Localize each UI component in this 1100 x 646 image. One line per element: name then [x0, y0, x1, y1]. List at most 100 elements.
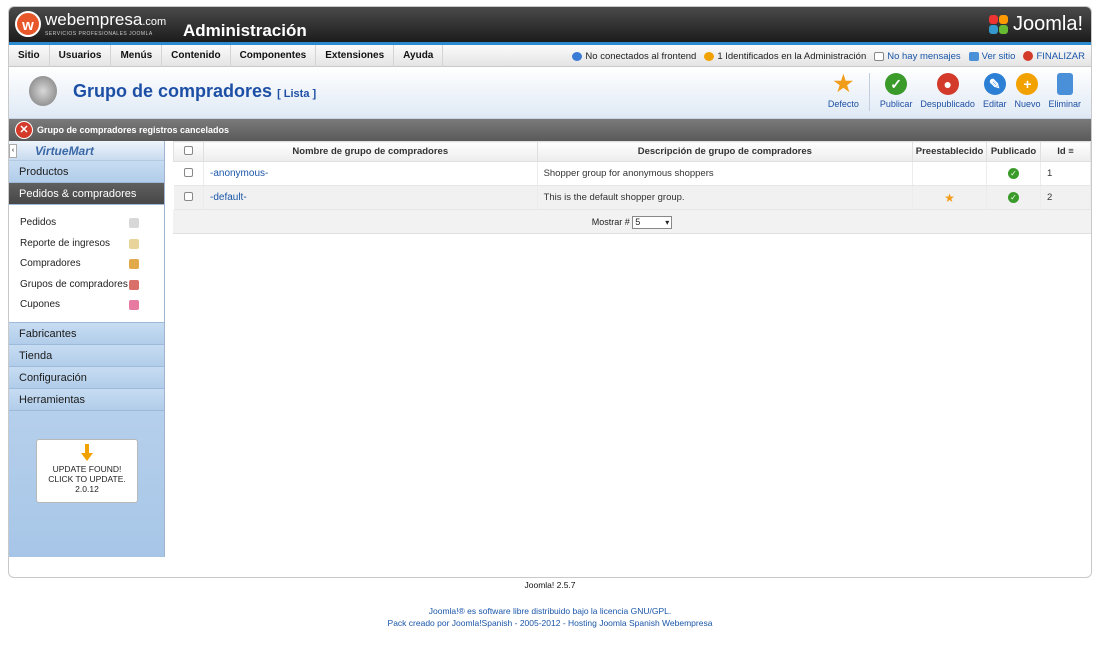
sidebar-section-pedidos[interactable]: Pedidos & compradores — [9, 183, 164, 205]
admin-title: Administración — [183, 21, 307, 40]
webempresa-logo[interactable]: w webempresa.com SERVICIOS PROFESIONALES… — [15, 11, 166, 37]
joomla-logo-text: Joomla! — [1012, 13, 1083, 35]
download-arrow-icon — [81, 444, 93, 462]
default-star-icon: ★ — [944, 190, 955, 205]
shopper-group-list: Nombre de grupo de compradores Descripci… — [173, 141, 1091, 557]
check-icon: ✓ — [885, 73, 908, 95]
sidebar-section-herramientas[interactable]: Herramientas — [9, 388, 164, 411]
status-bar: No conectados al frontend 1 Identificado… — [572, 45, 1085, 67]
sort-icon: ≡ — [1068, 146, 1074, 157]
joomla-version: Joomla! 2.5.7 — [524, 580, 576, 590]
pagination-bar: Mostrar # 5 — [173, 210, 1091, 234]
page-footer: Joomla! 2.5.7 Joomla!® es software libre… — [0, 580, 1100, 629]
page-title: Grupo de compradores [ Lista ] — [73, 81, 316, 102]
update-notice-button[interactable]: UPDATE FOUND! CLICK TO UPDATE. 2.0.12 — [36, 439, 138, 503]
description-cell: This is the default shopper group. — [537, 185, 914, 210]
default-button[interactable]: ★ Defecto — [824, 73, 863, 111]
logout-link[interactable]: FINALIZAR — [1023, 51, 1085, 62]
published-column-header: Publicado — [986, 141, 1042, 162]
frontend-status: No conectados al frontend — [572, 51, 696, 62]
id-column-header[interactable]: Id ≡ — [1040, 141, 1091, 162]
shopper-group-page-icon — [29, 76, 57, 106]
menu-sitio[interactable]: Sitio — [9, 44, 50, 67]
row-checkbox[interactable] — [183, 167, 193, 177]
menu-componentes[interactable]: Componentes — [231, 44, 317, 67]
unpublish-button-label: Despublicado — [920, 99, 975, 109]
delete-button-label: Eliminar — [1048, 99, 1081, 109]
sidebar-item-label: Grupos de compradores — [20, 278, 128, 290]
delete-button[interactable]: Eliminar — [1044, 73, 1085, 111]
coupon-gift-icon — [129, 300, 139, 310]
view-site-link[interactable]: Ver sitio — [968, 50, 1016, 62]
monitor-icon — [968, 51, 979, 61]
sidebar-section-tienda[interactable]: Tienda — [9, 344, 164, 367]
sidebar-item-grupos[interactable]: Grupos de compradores — [9, 275, 164, 296]
messages-label: No hay mensajes — [887, 50, 961, 62]
sidebar-submenu: Pedidos Reporte de ingresos Compradores … — [9, 205, 164, 323]
view-site-label: Ver sitio — [981, 50, 1016, 62]
row-checkbox[interactable] — [183, 191, 193, 201]
shopper-group-name-link[interactable]: -default- — [210, 192, 247, 203]
table-row: -default- This is the default shopper gr… — [173, 185, 1091, 210]
main-menu: Sitio Usuarios Menús Contenido Component… — [9, 44, 1091, 67]
sidebar-section-productos[interactable]: Productos — [9, 161, 164, 183]
publish-button[interactable]: ✓ Publicar — [876, 73, 917, 111]
edit-button[interactable]: ✎ Editar — [979, 73, 1011, 111]
page-subtitle: [ Lista ] — [277, 88, 317, 100]
name-column-header[interactable]: Nombre de grupo de compradores — [202, 141, 538, 162]
users-icon — [572, 51, 583, 61]
published-check-icon[interactable]: ✓ — [1008, 192, 1020, 203]
new-button[interactable]: + Nuevo — [1010, 73, 1044, 111]
menu-menus[interactable]: Menús — [111, 44, 163, 67]
star-icon: ★ — [833, 71, 854, 96]
update-line1: UPDATE FOUND! — [52, 464, 122, 474]
sidebar-section-fabricantes[interactable]: Fabricantes — [9, 322, 164, 345]
credits-link[interactable]: Pack creado por Joomla!Spanish - 2005-20… — [0, 617, 1100, 629]
name-cell: -default- — [203, 185, 538, 210]
page-size-value: 5 — [635, 217, 641, 228]
id-cell: 2 — [1040, 185, 1091, 210]
page-toolbar: Grupo de compradores [ Lista ] ★ Defecto… — [9, 67, 1091, 119]
published-check-icon[interactable]: ✓ — [1008, 168, 1020, 179]
default-cell: ★ — [912, 185, 988, 210]
webempresa-logo-icon: w — [15, 11, 41, 37]
menu-contenido[interactable]: Contenido — [162, 44, 231, 67]
unpublish-icon: ● — [936, 73, 959, 95]
row-select-cell — [173, 185, 204, 210]
select-all-checkbox[interactable] — [183, 145, 193, 155]
description-column-header[interactable]: Descripción de grupo de compradores — [536, 141, 914, 162]
sidebar-item-pedidos[interactable]: Pedidos — [9, 213, 164, 234]
virtuemart-logo-text: VirtueMart — [35, 144, 94, 158]
id-cell: 1 — [1040, 161, 1091, 186]
publish-button-label: Publicar — [879, 99, 913, 109]
system-message: ✕ Grupo de compradores registros cancela… — [9, 119, 1091, 141]
collapse-sidebar-icon[interactable]: ‹ — [9, 144, 17, 158]
menu-usuarios[interactable]: Usuarios — [50, 44, 112, 67]
virtuemart-sidebar: ‹ VirtueMart Productos Pedidos & comprad… — [9, 141, 165, 557]
error-icon: ✕ — [15, 121, 33, 139]
messages-link[interactable]: No hay mensajes — [874, 50, 961, 62]
page-size-select[interactable]: 5 — [632, 216, 673, 230]
default-column-header: Preestablecido — [912, 141, 988, 162]
sidebar-section-configuracion[interactable]: Configuración — [9, 366, 164, 389]
admin-status-label: 1 Identificados en la Administración — [717, 50, 867, 62]
sidebar-item-cupones[interactable]: Cupones — [9, 295, 164, 316]
published-cell: ✓ — [986, 161, 1042, 186]
license-link[interactable]: Joomla!® es software libre distribuido b… — [0, 605, 1100, 617]
update-line2: CLICK TO UPDATE. — [48, 474, 126, 484]
menu-ayuda[interactable]: Ayuda — [394, 44, 444, 67]
pager-label: Mostrar # — [591, 217, 630, 227]
sidebar-item-compradores[interactable]: Compradores — [9, 254, 164, 275]
menu-extensiones[interactable]: Extensiones — [316, 44, 395, 67]
joomla-logo: Joomla! — [988, 13, 1083, 36]
toolbar-buttons: ★ Defecto ✓ Publicar ● Despublicado ✎ Ed… — [824, 73, 1085, 111]
sidebar-item-reporte[interactable]: Reporte de ingresos — [9, 234, 164, 255]
name-cell: -anonymous- — [203, 161, 538, 186]
pencil-icon: ✎ — [983, 73, 1006, 95]
trash-icon — [1056, 73, 1073, 95]
row-select-cell — [173, 161, 204, 186]
admin-window: w webempresa.com SERVICIOS PROFESIONALES… — [8, 6, 1092, 578]
unpublish-button[interactable]: ● Despublicado — [916, 73, 979, 111]
shopper-group-name-link[interactable]: -anonymous- — [210, 168, 268, 179]
shopper-group-table: Nombre de grupo de compradores Descripci… — [173, 141, 1091, 210]
